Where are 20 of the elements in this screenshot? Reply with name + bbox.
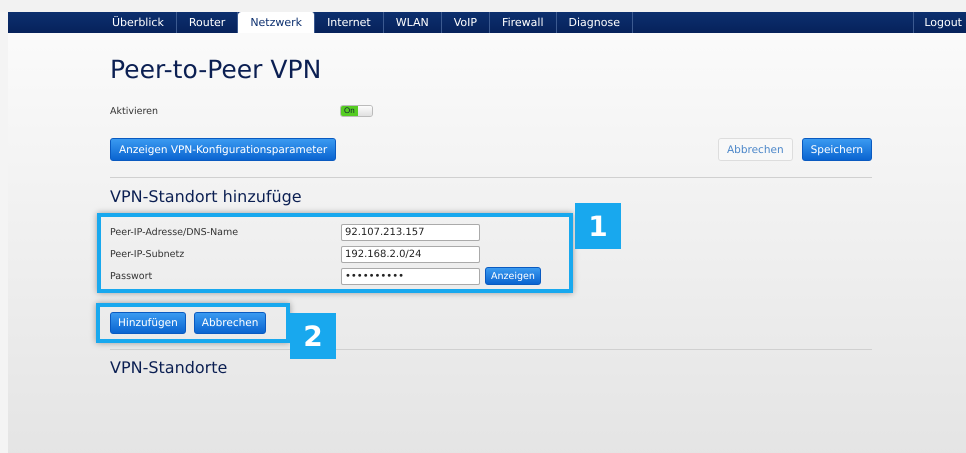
input-field[interactable]: 92.107.213.157 xyxy=(341,224,480,240)
input-field[interactable]: •••••••••• xyxy=(341,268,480,284)
page-title: Peer-to-Peer VPN xyxy=(110,55,322,86)
cancel-button[interactable]: Abbrechen xyxy=(718,138,793,161)
callout-badge: 1 xyxy=(575,203,621,249)
show-password-button[interactable]: Anzeigen xyxy=(485,267,541,285)
show-config-button[interactable]: Anzeigen VPN-Konfigurationsparameter xyxy=(110,138,336,161)
nav-tab[interactable]: Netzwerk xyxy=(238,12,316,33)
cancel-button[interactable]: Abbrechen xyxy=(194,312,266,334)
field-label: Passwort xyxy=(110,270,154,282)
field-label: Peer-IP-Adresse/DNS-Name xyxy=(110,226,240,238)
section-title: VPN-Standorte xyxy=(110,358,228,379)
section-title: VPN-Standort hinzufüge xyxy=(110,187,303,208)
field-label: Peer-IP-Subnetz xyxy=(110,248,186,260)
save-button[interactable]: Speichern xyxy=(802,138,872,161)
input-field[interactable]: 192.168.2.0/24 xyxy=(341,246,480,262)
toggle-switch[interactable]: On xyxy=(340,105,373,117)
add-button[interactable]: Hinzufügen xyxy=(110,312,186,334)
callout-badge: 2 xyxy=(290,313,336,359)
field-label: Aktivieren xyxy=(110,106,160,116)
